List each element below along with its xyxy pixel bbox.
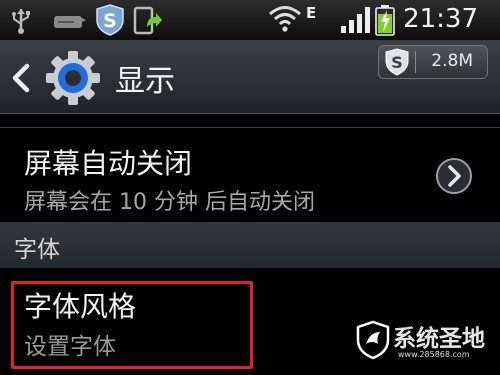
screen-timeout-title: 屏幕自动关闭 [24,147,193,180]
memory-cleaner-badge[interactable]: S 2.8M [378,45,488,79]
network-type-label: E [306,4,317,22]
wifi-icon [268,4,302,38]
back-chevron-icon[interactable] [10,63,32,97]
security-s-icon: S [96,4,124,40]
usb-icon [6,6,36,40]
svg-text:S: S [103,10,117,32]
watermark-text: 系统圣地 [393,326,485,352]
highlight-box [11,281,253,369]
svg-text:S: S [391,53,403,72]
screen-timeout-summary: 屏幕会在 10 分钟 后自动关闭 [24,190,315,215]
signal-icon [340,6,372,38]
section-header-label: 字体 [14,237,60,263]
settings-gear-icon[interactable] [44,49,102,111]
chevron-right-circle-icon[interactable] [434,156,474,200]
shield-logo-icon [356,320,390,364]
memory-value: 2.8M [431,51,473,71]
section-header-font: 字体 [0,222,500,268]
status-clock: 21:37 [403,4,478,34]
screen-timeout-row[interactable]: 屏幕自动关闭 屏幕会在 10 分钟 后自动关闭 [0,128,500,221]
page-title: 显示 [115,64,175,99]
security-s-icon: S [385,48,409,80]
app-update-icon [132,5,162,41]
watermark-url: www.285868.com [398,350,470,359]
voicemail-icon [52,12,88,36]
battery-charging-icon [374,4,396,40]
action-bar: 显示 S 2.8M [0,41,500,114]
status-bar: S E 21:37 [0,0,500,41]
